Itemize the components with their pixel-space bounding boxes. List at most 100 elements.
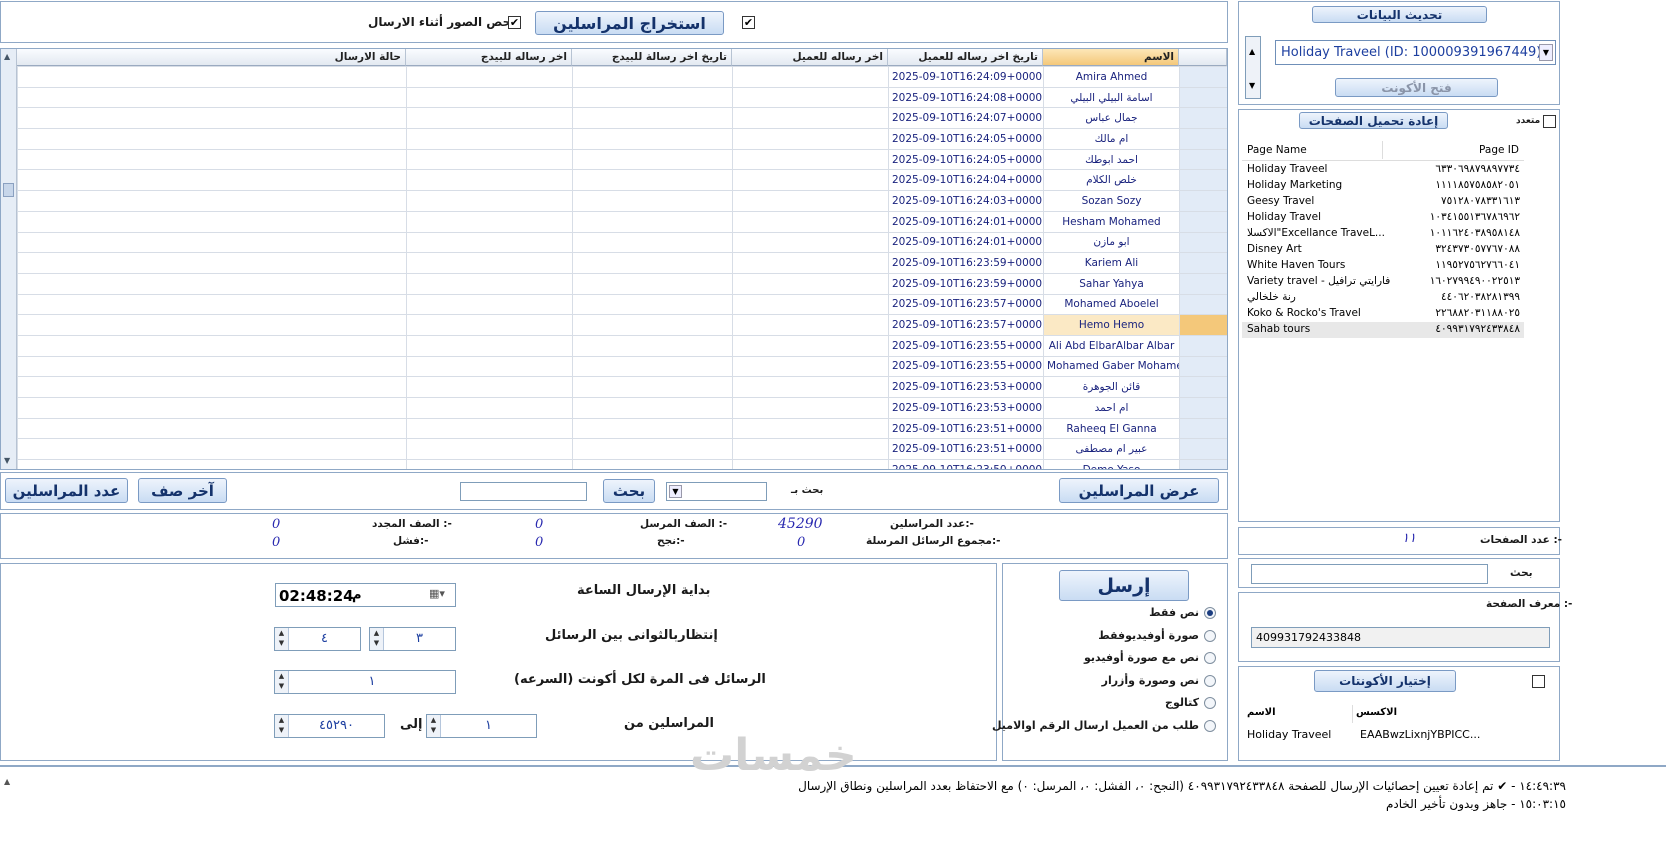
- search-input[interactable]: [460, 482, 587, 501]
- row-selector[interactable]: [1179, 334, 1227, 357]
- table-row[interactable]: 2025-09-10T16:23:53+0000 قائن الجوهرة: [17, 376, 1227, 398]
- last-row-button[interactable]: آخر صف: [138, 478, 227, 503]
- page-row[interactable]: الاكسلا"Excellance TraveL... ١٠١١٦٢٤٠٣٨٩٥…: [1242, 226, 1524, 242]
- chevron-down-icon[interactable]: ▼: [669, 485, 682, 498]
- col-header-status[interactable]: حالة الارسال: [17, 49, 406, 66]
- table-row[interactable]: 2025-09-10T16:24:09+0000 Amira Ahmed: [17, 66, 1227, 88]
- row-selector[interactable]: [1179, 231, 1227, 254]
- table-row[interactable]: 2025-09-10T16:23:51+0000 Raheeq El Ganna: [17, 417, 1227, 440]
- cell-name[interactable]: احمد ابوطك: [1043, 148, 1180, 171]
- cell-last-msg-client[interactable]: [732, 148, 889, 171]
- table-row[interactable]: 2025-09-10T16:24:01+0000 Hesham Mohamed: [17, 210, 1227, 233]
- cell-name[interactable]: قائن الجوهرة: [1043, 376, 1180, 398]
- cell-last-msg-client[interactable]: [732, 128, 889, 150]
- cell-name[interactable]: Sahar Yahya: [1043, 272, 1180, 295]
- extract-checkbox[interactable]: ✔: [742, 16, 755, 29]
- cell-date-page[interactable]: [572, 376, 733, 398]
- row-selector[interactable]: [1179, 293, 1227, 316]
- cell-date-page[interactable]: [572, 334, 733, 357]
- cell-date-page[interactable]: [572, 86, 733, 109]
- cell-date-client[interactable]: 2025-09-10T16:24:09+0000: [888, 66, 1044, 88]
- cell-status[interactable]: [17, 252, 407, 274]
- cell-last-msg-page[interactable]: [406, 231, 573, 254]
- cell-last-msg-client[interactable]: [732, 66, 889, 88]
- cell-status[interactable]: [17, 459, 407, 469]
- cell-last-msg-client[interactable]: [732, 86, 889, 109]
- col-header-date-client[interactable]: تاريخ اخر رساله للعميل: [888, 49, 1043, 66]
- stepper-arrows-icon[interactable]: ▲ ▼: [427, 715, 441, 737]
- send-type-label[interactable]: نص فقط: [1149, 606, 1199, 619]
- page-row[interactable]: Holiday Travel ١٠٣٤١٥٥١٣٦٧٨٦٩٦٢: [1242, 210, 1524, 226]
- cell-date-client[interactable]: 2025-09-10T16:23:59+0000: [888, 272, 1044, 295]
- cell-last-msg-client[interactable]: [732, 417, 889, 440]
- col-header-account-token[interactable]: الاكسس: [1356, 707, 1397, 718]
- row-selector[interactable]: [1179, 417, 1227, 440]
- cell-last-msg-page[interactable]: [406, 314, 573, 336]
- calendar-icon[interactable]: ▦▾: [429, 587, 445, 600]
- page-row[interactable]: Geesy Travel ٧٥١٢٨٠٧٨٣٣١٦١٣: [1242, 194, 1524, 210]
- cell-last-msg-page[interactable]: [406, 86, 573, 109]
- cell-name[interactable]: Demo Yaso: [1043, 459, 1180, 469]
- cell-date-page[interactable]: [572, 128, 733, 150]
- send-type-radio[interactable]: [1204, 719, 1216, 732]
- cell-last-msg-client[interactable]: [732, 210, 889, 233]
- send-type-radio[interactable]: [1204, 674, 1216, 687]
- cell-last-msg-page[interactable]: [406, 459, 573, 469]
- cell-last-msg-client[interactable]: [732, 231, 889, 254]
- row-selector[interactable]: [1179, 210, 1227, 233]
- cell-last-msg-client[interactable]: [732, 169, 889, 192]
- page-row[interactable]: Holiday Traveel ٦٣٣٠٦٩٨٧٩٨٩٧٧٣٤: [1242, 162, 1524, 178]
- cell-status[interactable]: [17, 169, 407, 192]
- cell-date-client[interactable]: 2025-09-10T16:23:55+0000: [888, 334, 1044, 357]
- stepper-arrows-icon[interactable]: ▲ ▼: [370, 628, 384, 650]
- cell-date-client[interactable]: 2025-09-10T16:24:05+0000: [888, 148, 1044, 171]
- cell-name[interactable]: Hemo Hemo: [1043, 314, 1180, 336]
- table-row[interactable]: 2025-09-10T16:23:59+0000 Kariem Ali: [17, 252, 1227, 274]
- cell-last-msg-page[interactable]: [406, 397, 573, 419]
- chevron-down-icon[interactable]: ▼: [1539, 44, 1553, 61]
- page-row[interactable]: رنة خلخالي ٤٤٠٦٢٠٣٨٢٨١٣٩٩: [1242, 290, 1524, 306]
- cell-last-msg-client[interactable]: [732, 397, 889, 419]
- cell-status[interactable]: [17, 210, 407, 233]
- cell-date-client[interactable]: 2025-09-10T16:23:53+0000: [888, 376, 1044, 398]
- count-senders-button[interactable]: عدد المراسلين: [5, 478, 128, 503]
- cell-last-msg-client[interactable]: [732, 376, 889, 398]
- wait-min-stepper[interactable]: ▲ ▼ ٣: [369, 627, 456, 651]
- cell-date-client[interactable]: 2025-09-10T16:24:01+0000: [888, 210, 1044, 233]
- cell-date-page[interactable]: [572, 417, 733, 440]
- cell-last-msg-page[interactable]: [406, 334, 573, 357]
- table-row[interactable]: 2025-09-10T16:24:04+0000 خلص الكلام: [17, 169, 1227, 192]
- row-selector[interactable]: [1179, 190, 1227, 212]
- cell-status[interactable]: [17, 107, 407, 130]
- cell-date-page[interactable]: [572, 459, 733, 469]
- table-row[interactable]: 2025-09-10T16:24:08+0000 اسامة البيلي الب…: [17, 86, 1227, 109]
- cell-status[interactable]: [17, 293, 407, 316]
- cell-last-msg-page[interactable]: [406, 190, 573, 212]
- account-list-scroller[interactable]: ▲ ▼: [1245, 36, 1261, 99]
- cell-last-msg-page[interactable]: [406, 376, 573, 398]
- cell-last-msg-page[interactable]: [406, 128, 573, 150]
- search-by-dropdown[interactable]: ▼: [666, 482, 767, 501]
- cell-date-page[interactable]: [572, 252, 733, 274]
- cell-date-page[interactable]: [572, 397, 733, 419]
- cell-last-msg-page[interactable]: [406, 66, 573, 88]
- table-row[interactable]: 2025-09-10T16:24:05+0000 ام مالك: [17, 128, 1227, 150]
- row-selector[interactable]: [1179, 397, 1227, 419]
- start-time-picker[interactable]: 02:48:24 م ▦▾: [275, 583, 456, 607]
- cell-last-msg-client[interactable]: [732, 355, 889, 378]
- cell-status[interactable]: [17, 190, 407, 212]
- cell-last-msg-client[interactable]: [732, 334, 889, 357]
- search-button[interactable]: بحث: [603, 479, 655, 503]
- cell-date-client[interactable]: 2025-09-10T16:23:55+0000: [888, 355, 1044, 378]
- table-row[interactable]: 2025-09-10T16:23:55+0000 Ali Abd ElbarAlb…: [17, 334, 1227, 357]
- table-row[interactable]: 2025-09-10T16:23:57+0000 Mohamed Aboelel: [17, 293, 1227, 316]
- cell-last-msg-page[interactable]: [406, 210, 573, 233]
- cell-last-msg-client[interactable]: [732, 107, 889, 130]
- cell-status[interactable]: [17, 438, 407, 461]
- row-selector[interactable]: [1179, 355, 1227, 378]
- cell-status[interactable]: [17, 355, 407, 378]
- table-row[interactable]: 2025-09-10T16:23:57+0000 Hemo Hemo: [17, 314, 1227, 336]
- cell-name[interactable]: Mohamed Gaber Mohamed: [1043, 355, 1180, 378]
- multi-checkbox[interactable]: [1543, 115, 1556, 128]
- cell-name[interactable]: Ali Abd ElbarAlbar Albar: [1043, 334, 1180, 357]
